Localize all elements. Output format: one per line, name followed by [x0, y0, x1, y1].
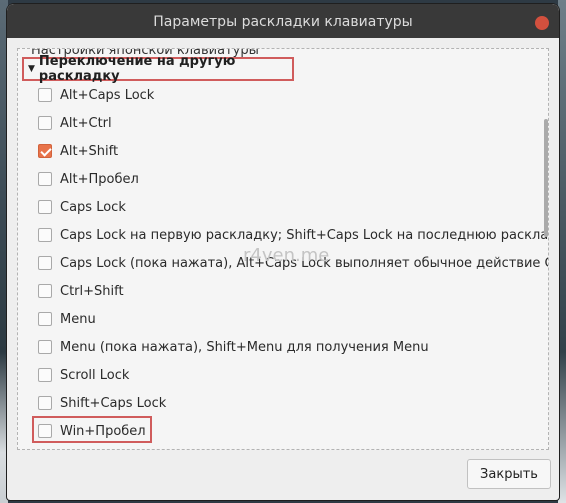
option-ctrl-shift[interactable]: Ctrl+Shift [38, 280, 124, 302]
titlebar[interactable]: Параметры раскладки клавиатуры [7, 4, 559, 38]
options-list[interactable]: Настройки японской клавиатуры ▼ Переключ… [17, 48, 549, 450]
checkbox[interactable] [38, 116, 52, 130]
option-caps-lock[interactable]: Caps Lock [38, 196, 126, 218]
option-label: Shift+Caps Lock [60, 395, 167, 411]
checkbox[interactable] [38, 200, 52, 214]
checkbox-checked[interactable] [38, 144, 52, 158]
option-alt-ctrl[interactable]: Alt+Ctrl [38, 112, 112, 134]
option-label: Alt+Пробел [60, 171, 139, 187]
keyboard-layout-options-dialog: Параметры раскладки клавиатуры Настройки… [7, 4, 559, 500]
option-alt-caps-lock[interactable]: Alt+Caps Lock [38, 84, 154, 106]
checkbox[interactable] [38, 424, 52, 438]
watermark: r4ven.me [243, 245, 330, 266]
option-label: Alt+Ctrl [60, 115, 112, 131]
option-label: Win+Пробел [60, 423, 146, 439]
option-label: Menu (пока нажата), Shift+Menu для получ… [60, 339, 429, 355]
checkbox[interactable] [38, 256, 52, 270]
checkbox[interactable] [38, 340, 52, 354]
option-menu-held[interactable]: Menu (пока нажата), Shift+Menu для получ… [38, 336, 429, 358]
option-label: Alt+Shift [60, 143, 119, 159]
option-label: Alt+Caps Lock [60, 87, 155, 103]
checkbox[interactable] [38, 172, 52, 186]
option-win-space[interactable]: Win+Пробел [38, 420, 146, 442]
option-caps-lock-first-last[interactable]: Caps Lock на первую раскладку; Shift+Cap… [38, 224, 549, 246]
section-label: Переключение на другую раскладку [38, 54, 236, 84]
option-label: Menu [60, 311, 96, 327]
vertical-scrollbar[interactable] [544, 119, 548, 237]
window-title: Параметры раскладки клавиатуры [153, 14, 413, 30]
window-close-icon[interactable] [535, 16, 549, 30]
option-label: Scroll Lock [60, 367, 130, 383]
option-menu[interactable]: Menu [38, 308, 96, 330]
close-button[interactable]: Закрыть [467, 459, 551, 489]
checkbox[interactable] [38, 284, 52, 298]
option-label: Caps Lock на первую раскладку; Shift+Cap… [60, 227, 549, 243]
checkbox[interactable] [38, 368, 52, 382]
section-switch-layout[interactable]: ▼ Переключение на другую раскладку [22, 54, 294, 84]
option-label: Caps Lock [60, 199, 126, 215]
option-alt-space[interactable]: Alt+Пробел [38, 168, 139, 190]
checkbox[interactable] [38, 312, 52, 326]
checkbox[interactable] [38, 228, 52, 242]
option-shift-caps-lock[interactable]: Shift+Caps Lock [38, 392, 166, 414]
checkbox[interactable] [38, 396, 52, 410]
checkbox[interactable] [38, 88, 52, 102]
expander-down-icon[interactable]: ▼ [28, 64, 35, 74]
option-label: Ctrl+Shift [60, 283, 124, 299]
desktop-background-right [558, 0, 566, 503]
option-scroll-lock[interactable]: Scroll Lock [38, 364, 129, 386]
option-alt-shift[interactable]: Alt+Shift [38, 140, 118, 162]
